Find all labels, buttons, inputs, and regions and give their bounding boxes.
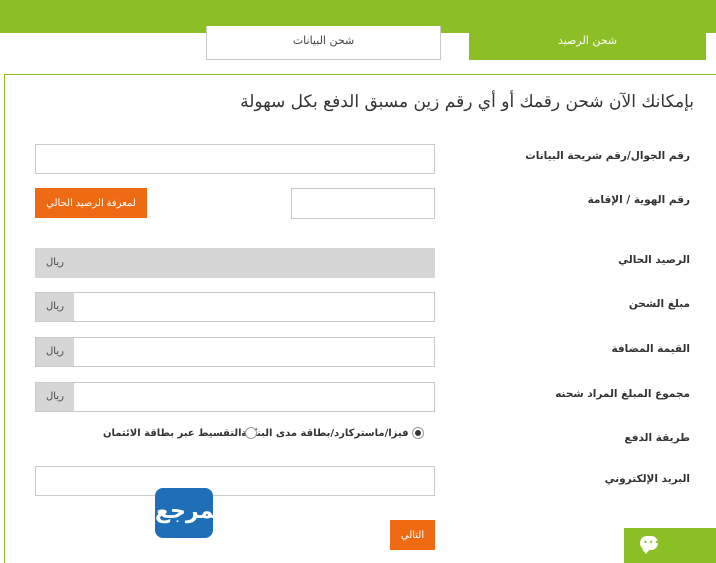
tab-balance-recharge[interactable]: شحن الرصيد [469,26,706,60]
next-button[interactable]: التالي [390,520,435,550]
total-label: مجموع المبلغ المراد شحنه [555,388,690,400]
id-label: رقم الهوية / الإقامة [587,194,690,206]
email-label: البريد الإلكتروني [604,473,690,485]
payment-option-card-label: فيزا/ماستركارد/بطاقة مدى البنكية [241,428,409,439]
current-balance-field: ريال [35,248,435,278]
payment-option-card[interactable]: فيزا/ماستركارد/بطاقة مدى البنكية [241,427,424,439]
payment-label: طريقة الدفع [624,432,690,444]
check-balance-button[interactable]: لمعرفة الرصيد الحالي [35,188,147,218]
currency-unit: ريال [36,338,74,366]
tab-data-recharge[interactable]: شحن البيانات [206,26,441,60]
currency-unit: ريال [36,383,74,411]
mobile-label: رقم الجوال/رقم شريحة البيانات [525,150,690,162]
amount-label: مبلغ الشحن [628,298,690,310]
total-field: ريال [35,382,435,412]
current-balance-label: الرصيد الحالي [618,254,690,266]
mobile-input[interactable] [35,144,435,174]
amount-field[interactable]: ريال [35,292,435,322]
payment-option-installment-label: التقسيط عبر بطاقة الائتمان [102,428,242,439]
page-headline: بإمكانك الآن شحن رقمك أو أي رقم زين مسبق… [240,92,694,112]
watermark-logo: المرجع [155,488,230,538]
vat-field: ريال [35,337,435,367]
chat-widget-button[interactable] [624,528,716,563]
currency-unit: ريال [36,293,74,321]
vat-label: القيمة المضافة [611,343,690,355]
radio-selected-icon[interactable] [412,427,424,439]
chat-icon: ••• [640,536,659,554]
radio-unselected-icon[interactable] [245,427,257,439]
id-input[interactable] [291,188,435,219]
email-input[interactable] [35,466,435,496]
currency-unit: ريال [46,257,64,268]
payment-option-installment[interactable]: التقسيط عبر بطاقة الائتمان [103,427,257,439]
